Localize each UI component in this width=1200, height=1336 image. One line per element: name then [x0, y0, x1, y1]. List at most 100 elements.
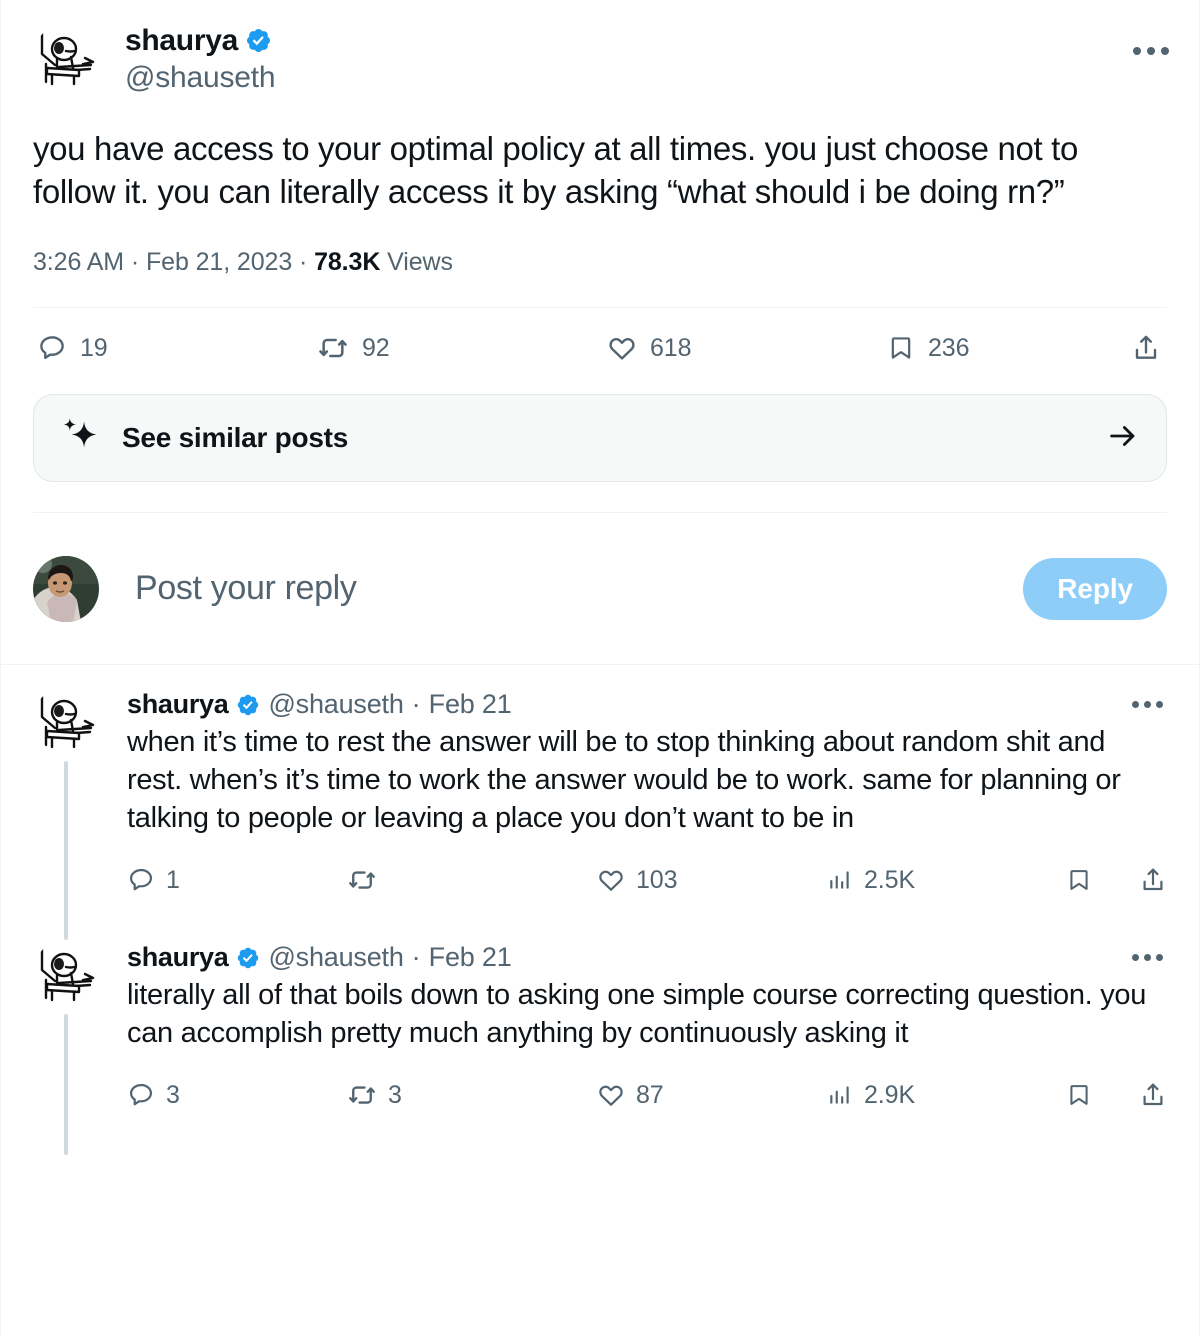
main-tweet-actions: 19 92 618 236 — [33, 308, 1167, 388]
display-name[interactable]: shaurya — [127, 689, 229, 720]
like-action[interactable]: 103 — [597, 866, 827, 895]
heart-icon — [599, 1085, 623, 1106]
bookmark-action[interactable] — [1066, 867, 1103, 893]
meta-separator-1: · — [130, 248, 140, 277]
bookmark-icon — [891, 337, 911, 359]
more-options-icon[interactable] — [1132, 701, 1167, 709]
retweet-icon — [349, 871, 375, 889]
reply-count: 19 — [80, 333, 108, 362]
meta-separator-2: · — [298, 248, 308, 277]
more-options-icon[interactable] — [1132, 954, 1167, 962]
retweet-count: 92 — [362, 333, 390, 362]
reply-action[interactable]: 1 — [127, 866, 347, 895]
header-separator: · — [411, 689, 421, 720]
views-bar-chart-icon — [830, 871, 849, 889]
share-action[interactable] — [1139, 866, 1167, 894]
like-count: 103 — [636, 865, 678, 894]
user-avatar[interactable] — [33, 555, 99, 622]
handle[interactable]: @shauseth — [268, 942, 403, 973]
thread-connector-line — [64, 761, 68, 941]
reply-action[interactable]: 19 — [37, 333, 317, 363]
views-label: Views — [387, 248, 453, 277]
verified-badge-icon — [238, 947, 259, 968]
reply-header: shaurya @shauseth · Feb 21 — [127, 689, 1167, 720]
timestamp[interactable]: Feb 21 — [429, 942, 512, 973]
handle[interactable]: @shauseth — [268, 689, 403, 720]
author-name-block: shaurya @shauseth — [125, 22, 276, 97]
verified-badge-icon — [246, 29, 271, 53]
retweet-count: 3 — [388, 1080, 402, 1109]
avatar[interactable] — [33, 940, 99, 1007]
display-name-row[interactable]: shaurya — [125, 24, 275, 58]
reply-icon — [129, 869, 153, 891]
display-name[interactable]: shaurya — [127, 942, 229, 973]
reply-body: shaurya @shauseth · Feb 21 when it’s tim… — [127, 687, 1167, 918]
views-bar-chart-icon — [830, 1086, 849, 1104]
reply-composer: Post your reply Reply — [33, 512, 1167, 664]
more-options-icon[interactable] — [1127, 32, 1175, 70]
avatar[interactable] — [33, 687, 99, 754]
see-similar-posts-banner[interactable]: See similar posts — [33, 394, 1167, 483]
tweet-detail-page: shaurya @shauseth you have access to you… — [0, 0, 1200, 1336]
retweet-icon — [319, 338, 347, 358]
reply-input-placeholder[interactable]: Post your reply — [135, 569, 357, 608]
retweet-action[interactable]: 92 — [317, 332, 607, 364]
share-icon — [1143, 868, 1163, 891]
handle[interactable]: @shauseth — [125, 59, 276, 97]
reply-tweet: shaurya @shauseth · Feb 21 literally all… — [1, 918, 1199, 1156]
reply-action[interactable]: 3 — [127, 1081, 347, 1110]
bookmark-icon — [1070, 1085, 1088, 1106]
tweet-time: 3:26 AM — [33, 248, 125, 277]
views-count: 78.3K — [314, 248, 381, 277]
reply-text: literally all of that boils down to aski… — [127, 979, 1147, 1050]
reply-count: 1 — [166, 865, 180, 894]
arrow-right-icon[interactable] — [1106, 419, 1140, 458]
main-tweet: shaurya @shauseth you have access to you… — [1, 0, 1199, 388]
header-separator: · — [411, 942, 421, 973]
main-tweet-meta: 3:26 AM · Feb 21, 2023 · 78.3K Views — [33, 248, 1167, 277]
bookmark-action[interactable]: 236 — [887, 334, 1087, 363]
like-action[interactable]: 87 — [597, 1081, 827, 1110]
avatar[interactable] — [33, 24, 99, 90]
reply-body: shaurya @shauseth · Feb 21 literally all… — [127, 940, 1167, 1133]
share-icon — [1135, 335, 1157, 360]
reply-header: shaurya @shauseth · Feb 21 — [127, 942, 1167, 973]
like-action[interactable]: 618 — [607, 333, 887, 363]
heart-icon — [599, 870, 623, 891]
like-count: 618 — [650, 333, 692, 362]
thread-connector-line — [64, 1014, 68, 1156]
reply-actions: 3 3 87 2.9K — [127, 1057, 1167, 1133]
views-action[interactable]: 2.5K — [827, 866, 1057, 895]
share-action[interactable] — [1131, 333, 1161, 363]
views-count: 2.5K — [864, 865, 916, 894]
retweet-action[interactable]: 3 — [347, 1080, 597, 1110]
reply-icon — [129, 1083, 153, 1106]
reply-actions: 1 103 2.5K — [127, 842, 1167, 918]
views-action[interactable]: 2.9K — [827, 1081, 1057, 1110]
retweet-icon — [349, 1086, 375, 1104]
retweet-action[interactable] — [347, 865, 597, 895]
timestamp[interactable]: Feb 21 — [429, 689, 512, 720]
bookmark-count: 236 — [928, 333, 970, 362]
tweet-date: Feb 21, 2023 — [145, 248, 293, 277]
main-tweet-header: shaurya @shauseth — [33, 22, 1169, 97]
display-name: shaurya — [125, 24, 238, 57]
reply-avatar-column — [33, 940, 99, 1156]
reply-avatar-column — [33, 687, 99, 941]
share-icon — [1143, 1083, 1163, 1106]
reply-count: 3 — [166, 1080, 180, 1109]
bookmark-action[interactable] — [1066, 1082, 1103, 1108]
share-action[interactable] — [1139, 1081, 1167, 1109]
see-similar-posts-label: See similar posts — [122, 422, 349, 454]
verified-badge-icon — [238, 694, 259, 715]
main-tweet-text: you have access to your optimal policy a… — [33, 130, 1078, 210]
reply-submit-button[interactable]: Reply — [1023, 557, 1167, 620]
views-count: 2.9K — [864, 1080, 916, 1109]
reply-text: when it’s time to rest the answer will b… — [127, 726, 1121, 835]
reply-icon — [40, 336, 64, 360]
reply-tweet: shaurya @shauseth · Feb 21 when it’s tim… — [1, 665, 1199, 941]
bookmark-icon — [1070, 870, 1088, 891]
sparkle-icon — [63, 418, 97, 448]
like-count: 87 — [636, 1080, 664, 1109]
heart-icon — [609, 338, 635, 360]
